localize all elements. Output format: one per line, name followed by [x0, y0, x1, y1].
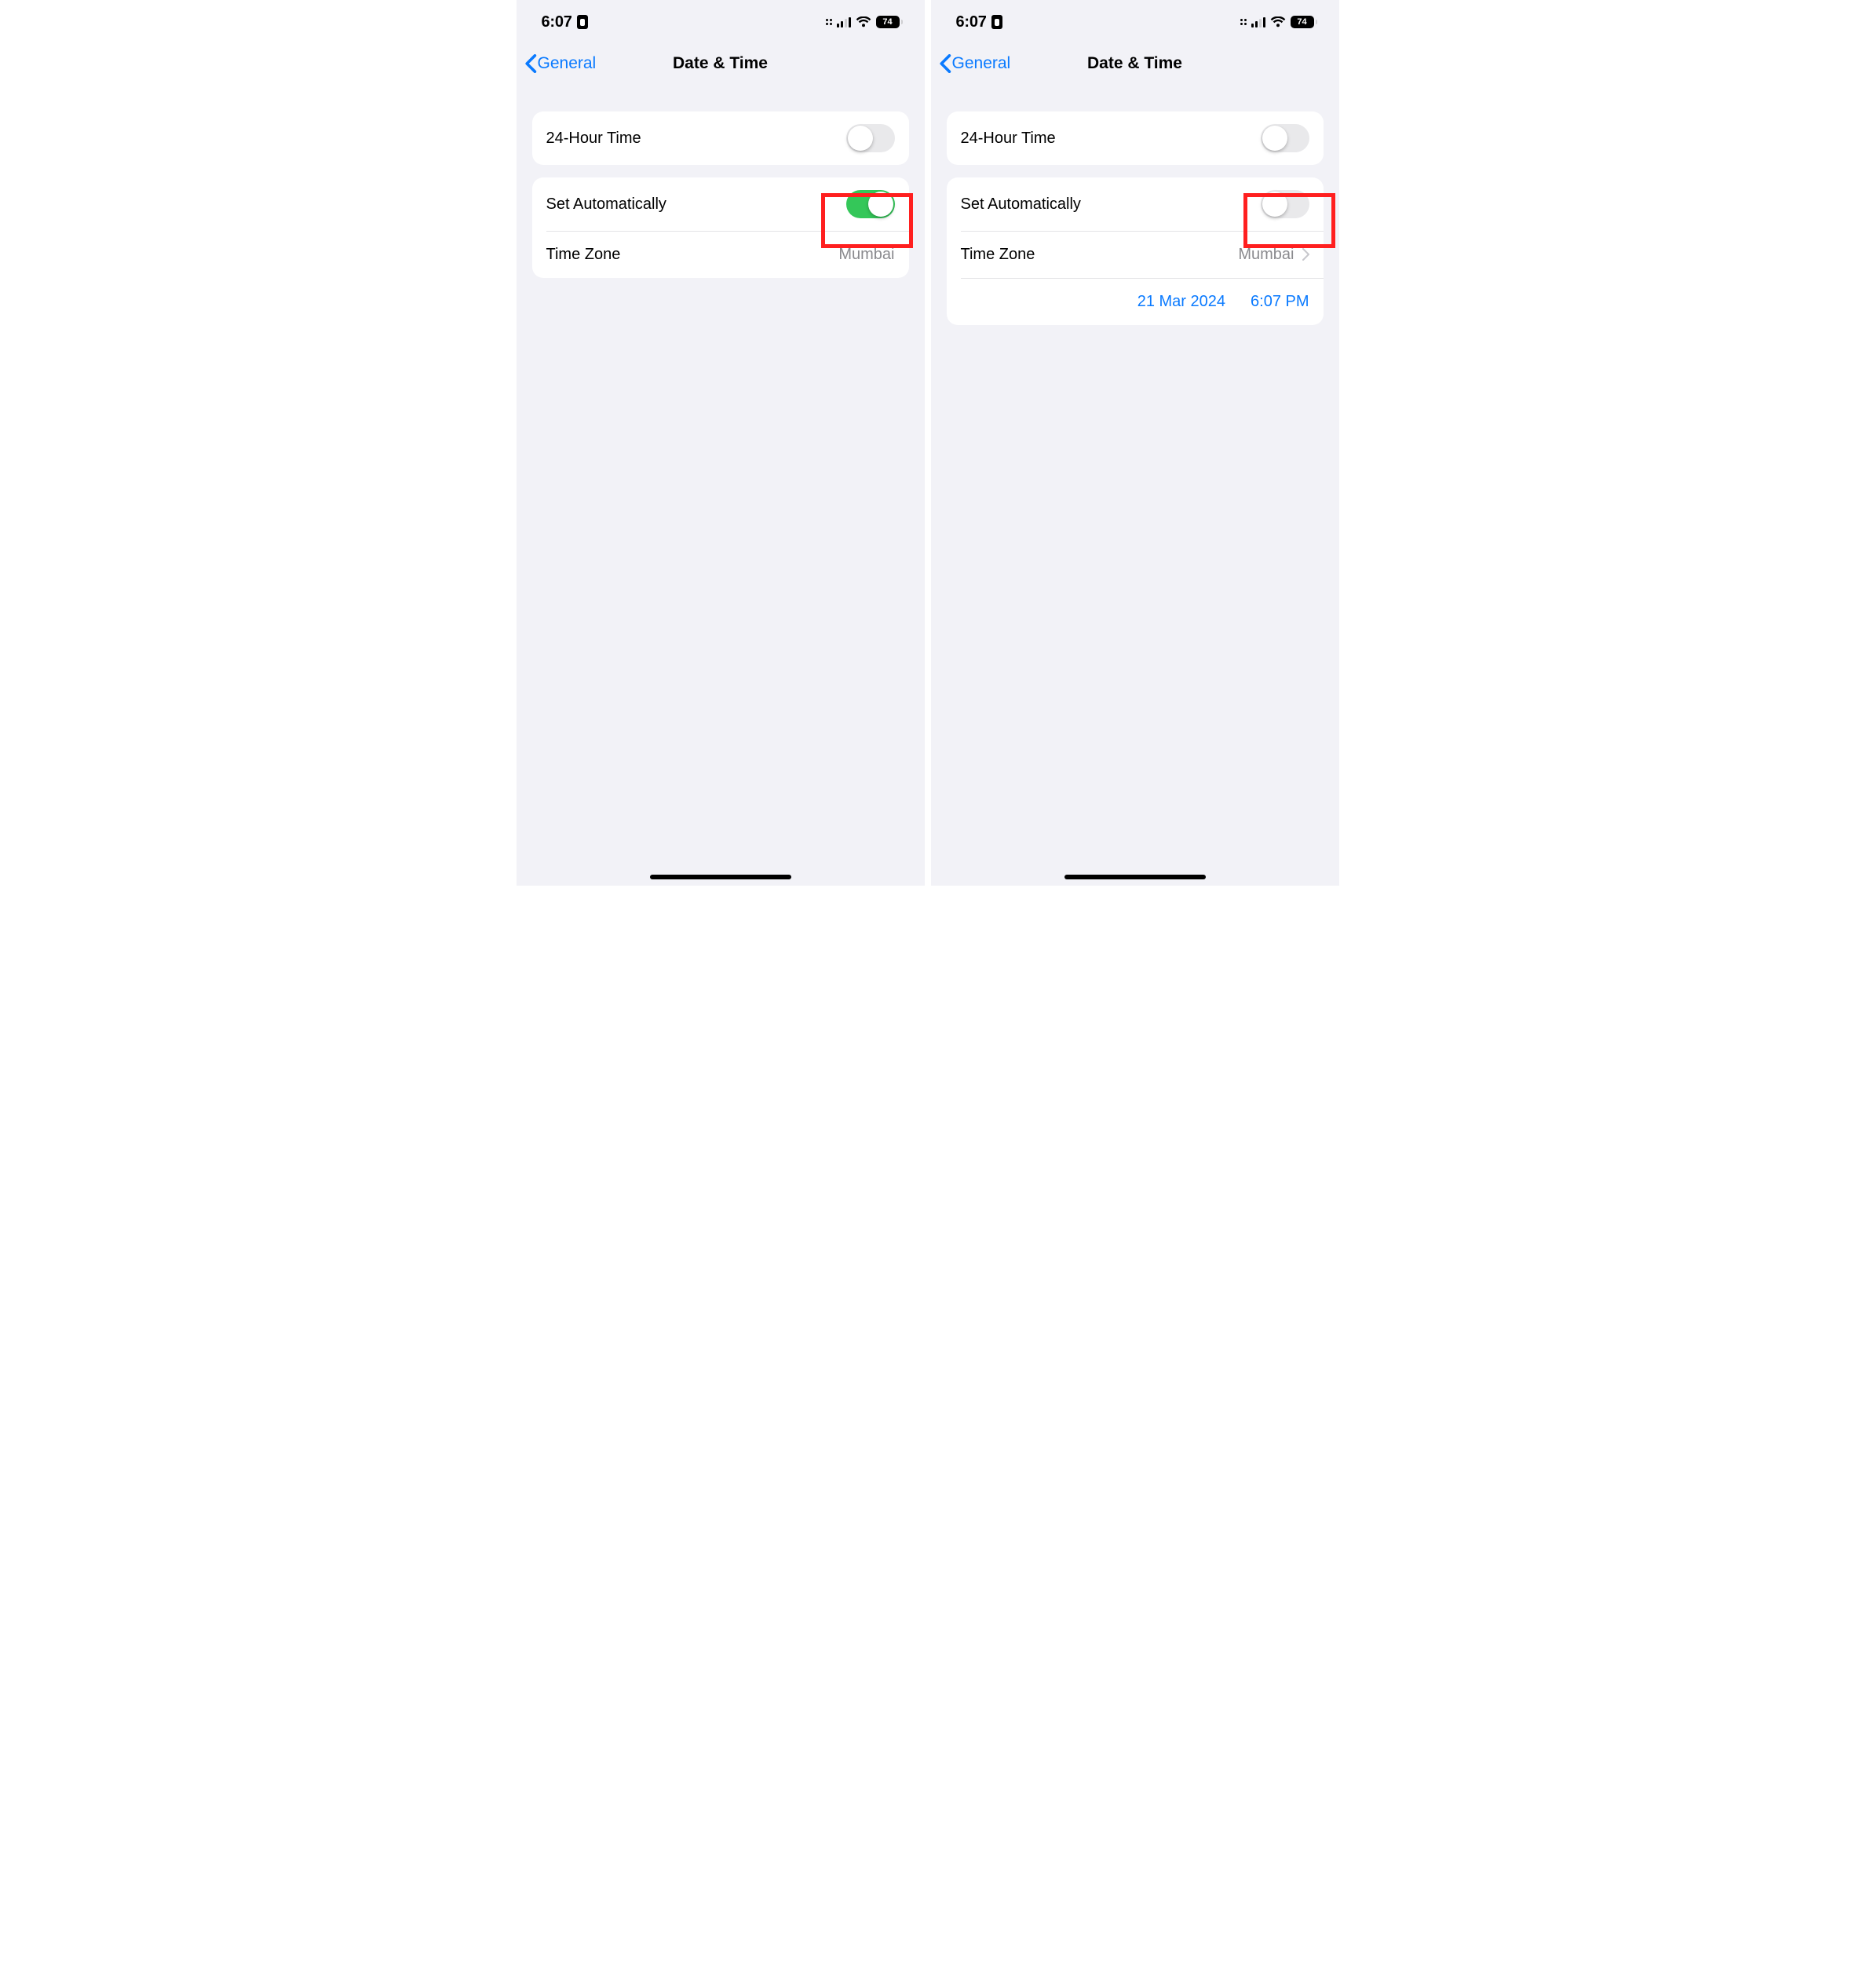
- status-left: 6:07: [956, 13, 1002, 31]
- toggle-set-automatically[interactable]: [846, 190, 895, 218]
- cellular-signal-icon: [1251, 17, 1265, 27]
- chevron-back-icon: [524, 54, 537, 73]
- row-label-24-hour: 24-Hour Time: [546, 130, 641, 148]
- nav-bar: General Date & Time: [931, 44, 1339, 88]
- toggle-set-automatically[interactable]: [1261, 190, 1309, 218]
- row-label-time-zone: Time Zone: [961, 246, 1035, 264]
- phone-screen-2: 6:07 74 General Date & Time 24-Hour Time: [931, 0, 1339, 886]
- cellular-signal-icon: [837, 17, 851, 27]
- row-label-24-hour: 24-Hour Time: [961, 130, 1056, 148]
- group-24-hour: 24-Hour Time: [947, 111, 1324, 165]
- status-right: 74: [827, 16, 903, 28]
- chevron-right-icon: [1302, 248, 1309, 261]
- status-time: 6:07: [542, 13, 572, 31]
- group-set-automatically: Set Automatically Time Zone Mumbai 21 Ma…: [947, 177, 1324, 325]
- dual-sim-icon: [1240, 19, 1247, 25]
- back-button[interactable]: General: [939, 54, 1011, 73]
- back-label: General: [538, 54, 597, 73]
- battery-icon: 74: [876, 16, 903, 28]
- toggle-24-hour[interactable]: [1261, 124, 1309, 152]
- orientation-lock-icon: [577, 15, 588, 29]
- wifi-icon: [856, 16, 871, 27]
- toggle-24-hour[interactable]: [846, 124, 895, 152]
- row-label-set-automatically: Set Automatically: [961, 196, 1081, 214]
- time-zone-value: Mumbai: [1238, 246, 1294, 264]
- status-left: 6:07: [542, 13, 588, 31]
- phone-screen-1: 6:07 74 General Date & Time 24-Hour Time: [517, 0, 925, 886]
- status-right: 74: [1242, 16, 1317, 28]
- row-time-zone[interactable]: Time Zone Mumbai: [947, 231, 1324, 278]
- status-bar: 6:07 74: [931, 0, 1339, 44]
- back-button[interactable]: General: [524, 54, 597, 73]
- row-set-automatically[interactable]: Set Automatically: [532, 177, 909, 231]
- home-indicator: [650, 875, 791, 879]
- battery-icon: 74: [1291, 16, 1317, 28]
- row-label-set-automatically: Set Automatically: [546, 196, 666, 214]
- home-indicator: [1064, 875, 1206, 879]
- group-set-automatically: Set Automatically Time Zone Mumbai 21 Ma…: [532, 177, 909, 278]
- row-date-time-manual: 21 Mar 2024 6:07 PM: [947, 278, 1324, 325]
- chevron-back-icon: [939, 54, 951, 73]
- back-label: General: [952, 54, 1011, 73]
- manual-time-button[interactable]: 6:07 PM: [1251, 293, 1309, 311]
- battery-level: 74: [882, 18, 892, 27]
- orientation-lock-icon: [991, 15, 1002, 29]
- group-24-hour: 24-Hour Time: [532, 111, 909, 165]
- status-bar: 6:07 74: [517, 0, 925, 44]
- row-24-hour-time[interactable]: 24-Hour Time: [947, 111, 1324, 165]
- row-set-automatically[interactable]: Set Automatically: [947, 177, 1324, 231]
- status-time: 6:07: [956, 13, 987, 31]
- row-24-hour-time[interactable]: 24-Hour Time: [532, 111, 909, 165]
- dual-sim-icon: [826, 19, 832, 25]
- nav-bar: General Date & Time: [517, 44, 925, 88]
- wifi-icon: [1270, 16, 1286, 27]
- row-time-zone[interactable]: Time Zone Mumbai: [532, 231, 909, 278]
- time-zone-value: Mumbai: [838, 246, 894, 264]
- battery-level: 74: [1297, 18, 1306, 27]
- manual-date-button[interactable]: 21 Mar 2024: [1137, 293, 1225, 311]
- row-label-time-zone: Time Zone: [546, 246, 621, 264]
